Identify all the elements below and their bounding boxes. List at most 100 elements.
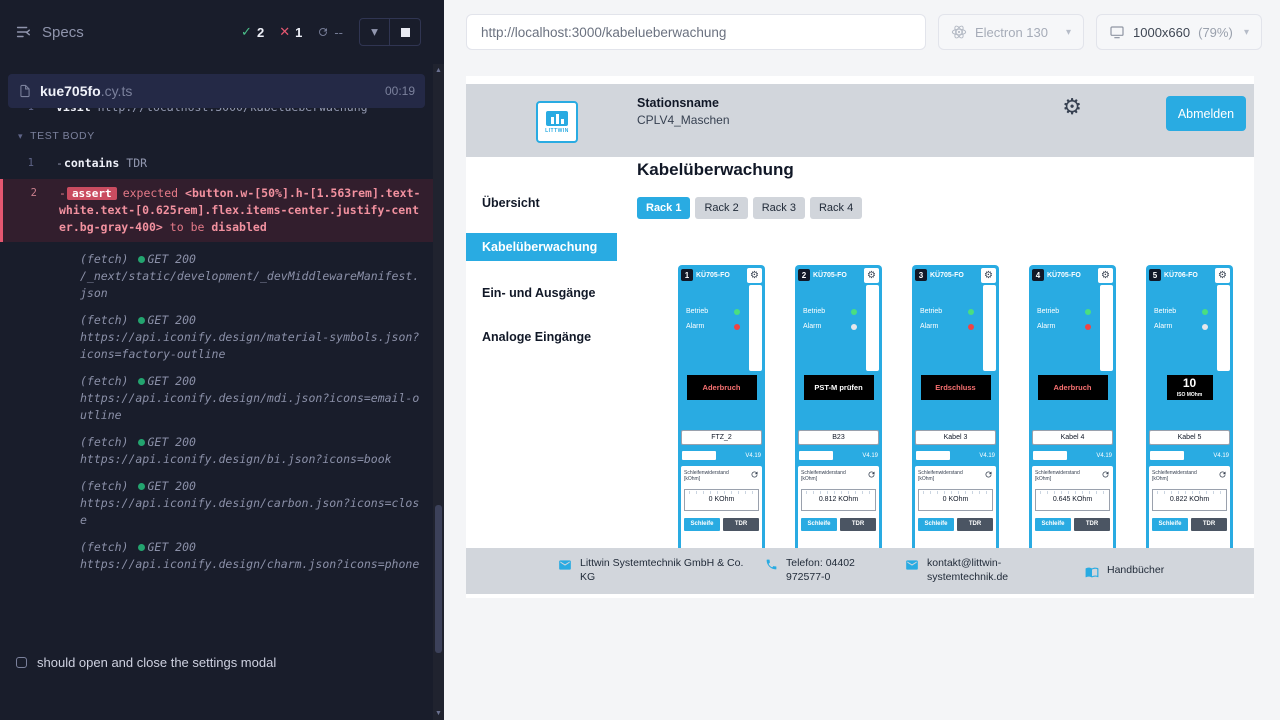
fetch-url: https://api.iconify.design/charm.json?ic… <box>80 556 421 573</box>
refresh-icon[interactable] <box>984 470 993 479</box>
fetch-status: GET 200 <box>147 373 195 390</box>
status-unit: ISO MOhm <box>1177 392 1203 398</box>
device-gear-icon[interactable]: ⚙ <box>981 268 996 283</box>
tdr-button[interactable]: TDR <box>957 518 993 531</box>
next-test-title[interactable]: should open and close the settings modal <box>0 648 433 676</box>
fetch-log-entry[interactable]: (fetch)GET 200https://api.iconify.design… <box>0 429 433 473</box>
line-number: 2 <box>3 185 43 236</box>
sidebar: Übersicht Kabelüberwachung Ein- und Ausgän… <box>466 157 617 548</box>
tdr-button[interactable]: TDR <box>840 518 876 531</box>
resistance-label: Schleifenwiderstand [kOhm] <box>684 470 746 483</box>
command-assert-failed[interactable]: 2 -assertexpected <button.w-[50%].h-[1.5… <box>0 179 433 242</box>
station-info: Stationsname CPLV4_Maschen <box>637 96 730 127</box>
card-title: KÜ705-FO <box>1047 272 1081 279</box>
device-card: ⚙2KÜ705-FOBetriebAlarmPST-M prüfenB23V4.… <box>795 265 882 555</box>
fetch-log-entry[interactable]: (fetch)GET 200https://api.iconify.design… <box>0 473 433 534</box>
betrieb-indicator <box>851 309 857 315</box>
betrieb-label: Betrieb <box>803 308 825 315</box>
tdr-button[interactable]: TDR <box>723 518 759 531</box>
sidebar-item[interactable]: Übersicht <box>466 191 617 215</box>
settings-gear-icon[interactable]: ⚙ <box>1062 96 1082 118</box>
manuals-link[interactable]: Handbücher <box>1107 564 1164 578</box>
sidebar-item[interactable]: Ein- und Ausgänge <box>466 281 617 305</box>
resistance-label: Schleifenwiderstand [kOhm] <box>918 470 980 483</box>
app-header: LITTWIN Stationsname CPLV4_Maschen ⚙ Abm… <box>466 84 1254 157</box>
resistance-value: 0.645 KOhm <box>1035 489 1110 511</box>
device-gear-icon[interactable]: ⚙ <box>1098 268 1113 283</box>
card-input[interactable] <box>1150 451 1184 460</box>
stop-icon <box>401 28 410 37</box>
viewport-selector[interactable]: 1000x660 (79%) ▾ <box>1096 14 1262 50</box>
card-input[interactable] <box>916 451 950 460</box>
refresh-icon[interactable] <box>750 470 759 479</box>
refresh-icon[interactable] <box>867 470 876 479</box>
command-contains[interactable]: 1 -contains TDR <box>0 152 433 175</box>
fetch-log-entry[interactable]: (fetch)GET 200https://api.iconify.design… <box>0 307 433 368</box>
card-input[interactable] <box>682 451 716 460</box>
card-input[interactable] <box>1033 451 1067 460</box>
stop-tests-button[interactable] <box>390 18 421 46</box>
collapse-tests-button[interactable]: ▾ <box>359 18 390 46</box>
tdr-button[interactable]: TDR <box>1191 518 1227 531</box>
fetch-log-entry[interactable]: (fetch)GET 200https://api.iconify.design… <box>0 368 433 429</box>
alarm-indicator <box>851 324 857 330</box>
command-log: 1 visit http://localhost:3000/kabelueber… <box>0 96 433 648</box>
scroll-up-icon[interactable]: ▲ <box>433 64 444 77</box>
runner-controls: ▾ <box>359 18 421 46</box>
rack-tab[interactable]: Rack 2 <box>695 197 747 219</box>
refresh-icon[interactable] <box>1218 470 1227 479</box>
test-body-section[interactable]: ▾ TEST BODY <box>0 119 433 152</box>
check-icon: ✓ <box>241 24 252 40</box>
schleife-button[interactable]: Schleife <box>918 518 954 531</box>
littwin-logo: LITTWIN <box>536 101 578 143</box>
betrieb-label: Betrieb <box>686 308 708 315</box>
card-number: 3 <box>915 269 927 281</box>
status-dot-icon <box>138 256 145 263</box>
email-address: kontakt@littwin-systemtechnik.de <box>927 557 1032 584</box>
refresh-icon[interactable] <box>1101 470 1110 479</box>
url-input[interactable] <box>467 15 925 49</box>
cable-name: FTZ_2 <box>681 430 762 445</box>
device-card: ⚙4KÜ705-FOBetriebAlarmAderbruchKabel 4V4… <box>1029 265 1116 555</box>
line-number: 1 <box>0 155 40 172</box>
status-display: Aderbruch <box>1038 375 1108 400</box>
schleife-button[interactable]: Schleife <box>684 518 720 531</box>
firmware-version: V4.19 <box>745 453 761 459</box>
card-title: KÜ705-FO <box>696 272 730 279</box>
schleife-button[interactable]: Schleife <box>1035 518 1071 531</box>
logout-button[interactable]: Abmelden <box>1166 96 1246 131</box>
rack-tab[interactable]: Rack 1 <box>637 197 690 219</box>
betrieb-label: Betrieb <box>1037 308 1059 315</box>
scroll-down-icon[interactable]: ▼ <box>433 707 444 720</box>
sidebar-item[interactable]: Analoge Eingänge <box>466 325 617 349</box>
fetch-label: (fetch) <box>80 251 128 268</box>
rack-tab[interactable]: Rack 3 <box>753 197 805 219</box>
device-gear-icon[interactable]: ⚙ <box>1215 268 1230 283</box>
card-input[interactable] <box>799 451 833 460</box>
fetch-status: GET 200 <box>147 251 195 268</box>
alarm-label: Alarm <box>1037 323 1055 330</box>
device-gear-icon[interactable]: ⚙ <box>864 268 879 283</box>
fetch-status: GET 200 <box>147 434 195 451</box>
fetch-log-entry[interactable]: (fetch)GET 200https://api.iconify.design… <box>0 534 433 578</box>
spec-header[interactable]: kue705fo.cy.ts 00:19 <box>8 74 425 108</box>
resistance-value: 0 KOhm <box>684 489 759 511</box>
browser-selector[interactable]: Electron 130 ▾ <box>938 14 1084 50</box>
spec-file-icon <box>18 84 32 98</box>
cable-name: Kabel 3 <box>915 430 996 445</box>
viewport-size: 1000x660 <box>1133 25 1190 40</box>
schleife-button[interactable]: Schleife <box>1152 518 1188 531</box>
stat-pending: -- <box>317 25 343 40</box>
rack-tab[interactable]: Rack 4 <box>810 197 862 219</box>
device-gear-icon[interactable]: ⚙ <box>747 268 762 283</box>
schleife-button[interactable]: Schleife <box>801 518 837 531</box>
sidebar-item[interactable]: Kabelüberwachung <box>466 233 617 261</box>
refresh-icon <box>317 26 329 38</box>
scrollbar-thumb[interactable] <box>435 505 442 653</box>
tdr-button[interactable]: TDR <box>1074 518 1110 531</box>
runner-scrollbar[interactable]: ▲ ▼ <box>433 64 444 720</box>
viewport-icon <box>1109 24 1125 40</box>
specs-menu-icon[interactable] <box>14 23 32 41</box>
fetch-log-entry[interactable]: (fetch)GET 200/_next/static/development/… <box>0 246 433 307</box>
status-display: Aderbruch <box>687 375 757 400</box>
